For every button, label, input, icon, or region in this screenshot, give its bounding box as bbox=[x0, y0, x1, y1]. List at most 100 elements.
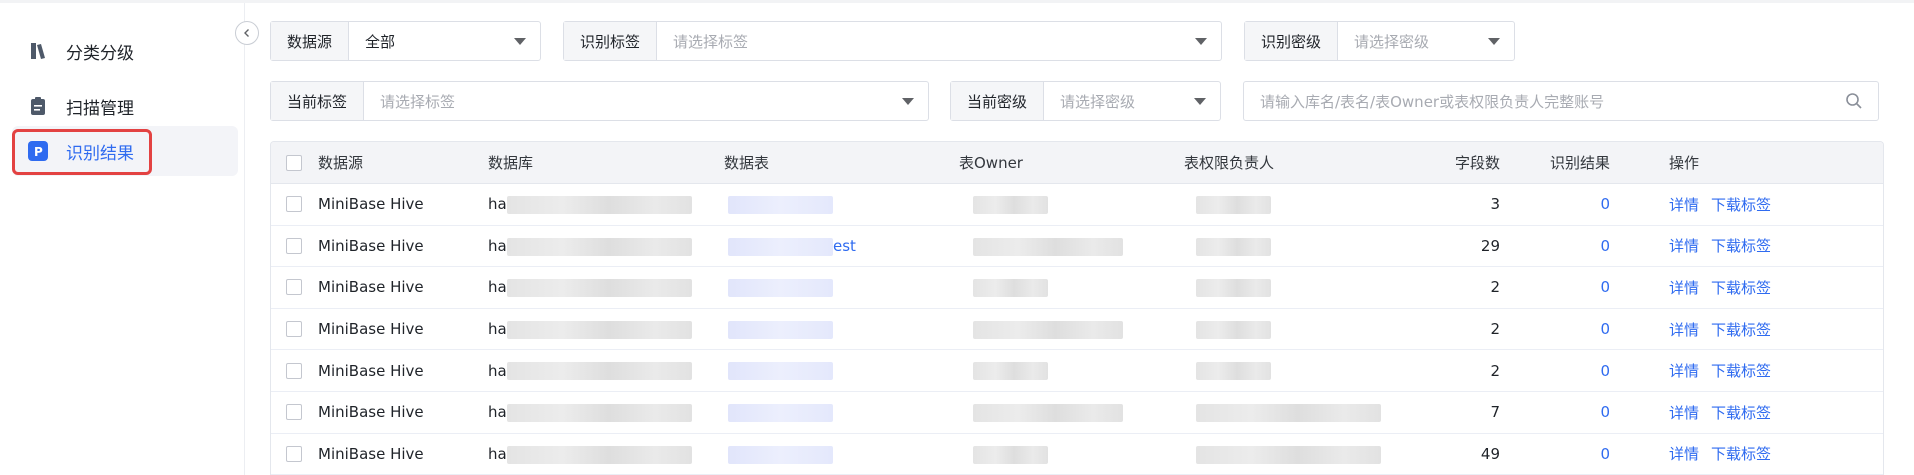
col-database: 数据库 bbox=[488, 154, 534, 172]
caret-down-icon bbox=[500, 22, 540, 60]
datasource-cell: MiniBase Hive bbox=[318, 236, 424, 255]
detail-link[interactable]: 详情 bbox=[1669, 184, 1699, 225]
result-count-link[interactable]: 0 bbox=[1531, 309, 1610, 350]
chevron-left-icon bbox=[244, 29, 249, 37]
redacted-perm-owner bbox=[1196, 279, 1271, 298]
row-checkbox[interactable] bbox=[286, 350, 302, 391]
datasource-cell: MiniBase Hive bbox=[318, 195, 424, 214]
redacted-table[interactable] bbox=[728, 279, 833, 298]
datasource-cell: MiniBase Hive bbox=[318, 278, 424, 297]
caret-down-icon bbox=[1474, 22, 1514, 60]
database-cell: ha bbox=[488, 403, 507, 422]
download-tag-link[interactable]: 下载标签 bbox=[1711, 434, 1771, 475]
redacted-owner bbox=[973, 279, 1048, 298]
table-row[interactable]: MiniBase Hive ha 49 0 详情 下载标签 bbox=[271, 434, 1883, 475]
detail-link[interactable]: 详情 bbox=[1669, 392, 1699, 433]
result-count-link[interactable]: 0 bbox=[1531, 392, 1610, 433]
caret-down-icon bbox=[1181, 22, 1221, 60]
download-tag-link[interactable]: 下载标签 bbox=[1711, 309, 1771, 350]
redacted-table[interactable] bbox=[728, 320, 833, 339]
caret-down-icon bbox=[1180, 82, 1220, 120]
result-count-link[interactable]: 0 bbox=[1531, 226, 1610, 267]
recog-tag-placeholder: 请选择标签 bbox=[673, 32, 749, 51]
redacted-owner bbox=[973, 196, 1048, 214]
datasource-value: 全部 bbox=[365, 32, 396, 51]
detail-link[interactable]: 详情 bbox=[1669, 350, 1699, 391]
col-owner: 表Owner bbox=[959, 154, 1023, 172]
database-cell: ha bbox=[488, 195, 507, 214]
select-all-checkbox[interactable] bbox=[286, 142, 302, 183]
redacted-perm-owner bbox=[1196, 445, 1381, 464]
download-tag-link[interactable]: 下载标签 bbox=[1711, 267, 1771, 308]
database-cell: ha bbox=[488, 320, 507, 339]
table-name-link[interactable]: est bbox=[833, 226, 856, 267]
search-input[interactable]: 请输入库名/表名/表Owner或表权限负责人完整账号 bbox=[1243, 81, 1879, 121]
result-count-link[interactable]: 0 bbox=[1531, 350, 1610, 391]
redacted-database bbox=[507, 237, 692, 256]
results-table: 数据源 数据库 数据表 表Owner 表权限负责人 字段数 识别结果 操作 Mi… bbox=[270, 141, 1884, 475]
datasource-cell: MiniBase Hive bbox=[318, 361, 424, 380]
redacted-perm-owner bbox=[1196, 237, 1271, 256]
download-tag-link[interactable]: 下载标签 bbox=[1711, 226, 1771, 267]
table-row[interactable]: MiniBase Hive ha 2 0 详情 下载标签 bbox=[271, 267, 1883, 309]
row-checkbox[interactable] bbox=[286, 226, 302, 267]
recog-tag-select[interactable]: 识别标签 请选择标签 bbox=[563, 21, 1222, 61]
redacted-table[interactable] bbox=[728, 362, 833, 381]
field-count-cell: 49 bbox=[1480, 444, 1500, 463]
redacted-table[interactable] bbox=[728, 403, 833, 422]
datasource-cell: MiniBase Hive bbox=[318, 444, 424, 463]
top-divider bbox=[0, 0, 1914, 3]
result-count-link[interactable]: 0 bbox=[1531, 184, 1610, 225]
classify-icon bbox=[28, 41, 48, 61]
table-row[interactable]: MiniBase Hive ha est 29 0 详情 下载标签 bbox=[271, 226, 1883, 268]
redacted-table[interactable] bbox=[728, 196, 833, 214]
sidebar-item-scan[interactable]: 扫描管理 bbox=[12, 81, 238, 131]
detail-link[interactable]: 详情 bbox=[1669, 309, 1699, 350]
sidebar-item-label: 分类分级 bbox=[66, 43, 134, 64]
redacted-perm-owner bbox=[1196, 320, 1271, 339]
result-count-link[interactable]: 0 bbox=[1531, 434, 1610, 475]
field-count-cell: 3 bbox=[1490, 195, 1500, 214]
row-checkbox[interactable] bbox=[286, 184, 302, 225]
datasource-cell: MiniBase Hive bbox=[318, 403, 424, 422]
current-level-select[interactable]: 当前密级 请选择密级 bbox=[950, 81, 1221, 121]
row-checkbox[interactable] bbox=[286, 309, 302, 350]
sidebar-item-classify[interactable]: 分类分级 bbox=[12, 26, 238, 76]
current-level-label: 当前密级 bbox=[951, 82, 1045, 120]
search-icon[interactable] bbox=[1830, 82, 1878, 120]
database-cell: ha bbox=[488, 361, 507, 380]
recog-level-select[interactable]: 识别密级 请选择密级 bbox=[1244, 21, 1515, 61]
current-tag-placeholder: 请选择标签 bbox=[380, 92, 456, 111]
download-tag-link[interactable]: 下载标签 bbox=[1711, 184, 1771, 225]
download-tag-link[interactable]: 下载标签 bbox=[1711, 350, 1771, 391]
result-count-link[interactable]: 0 bbox=[1531, 267, 1610, 308]
col-field-count: 字段数 bbox=[1454, 154, 1500, 172]
detail-link[interactable]: 详情 bbox=[1669, 226, 1699, 267]
table-row[interactable]: MiniBase Hive ha 7 0 详情 下载标签 bbox=[271, 392, 1883, 434]
field-count-cell: 29 bbox=[1480, 236, 1500, 255]
clipboard-icon bbox=[28, 96, 48, 116]
redacted-table[interactable] bbox=[728, 445, 833, 464]
detail-link[interactable]: 详情 bbox=[1669, 267, 1699, 308]
sidebar-item-label: 扫描管理 bbox=[66, 98, 134, 119]
row-checkbox[interactable] bbox=[286, 392, 302, 433]
download-tag-link[interactable]: 下载标签 bbox=[1711, 392, 1771, 433]
table-body: MiniBase Hive ha 3 0 详情 下载标签 MiniBase Hive ha es… bbox=[271, 184, 1883, 475]
redacted-owner bbox=[973, 445, 1048, 464]
row-checkbox[interactable] bbox=[286, 434, 302, 475]
table-row[interactable]: MiniBase Hive ha 2 0 详情 下载标签 bbox=[271, 309, 1883, 351]
collapse-sidebar-button[interactable] bbox=[235, 21, 259, 45]
table-row[interactable]: MiniBase Hive ha 3 0 详情 下载标签 bbox=[271, 184, 1883, 226]
datasource-select[interactable]: 数据源 全部 bbox=[270, 21, 541, 61]
redacted-database bbox=[507, 362, 692, 381]
redacted-table[interactable] bbox=[728, 237, 833, 256]
col-table: 数据表 bbox=[724, 154, 770, 172]
table-header: 数据源 数据库 数据表 表Owner 表权限负责人 字段数 识别结果 操作 bbox=[271, 142, 1883, 184]
current-level-placeholder: 请选择密级 bbox=[1060, 92, 1136, 111]
caret-down-icon bbox=[888, 82, 928, 120]
row-checkbox[interactable] bbox=[286, 267, 302, 308]
redacted-perm-owner bbox=[1196, 196, 1271, 214]
detail-link[interactable]: 详情 bbox=[1669, 434, 1699, 475]
table-row[interactable]: MiniBase Hive ha 2 0 详情 下载标签 bbox=[271, 350, 1883, 392]
current-tag-select[interactable]: 当前标签 请选择标签 bbox=[270, 81, 929, 121]
